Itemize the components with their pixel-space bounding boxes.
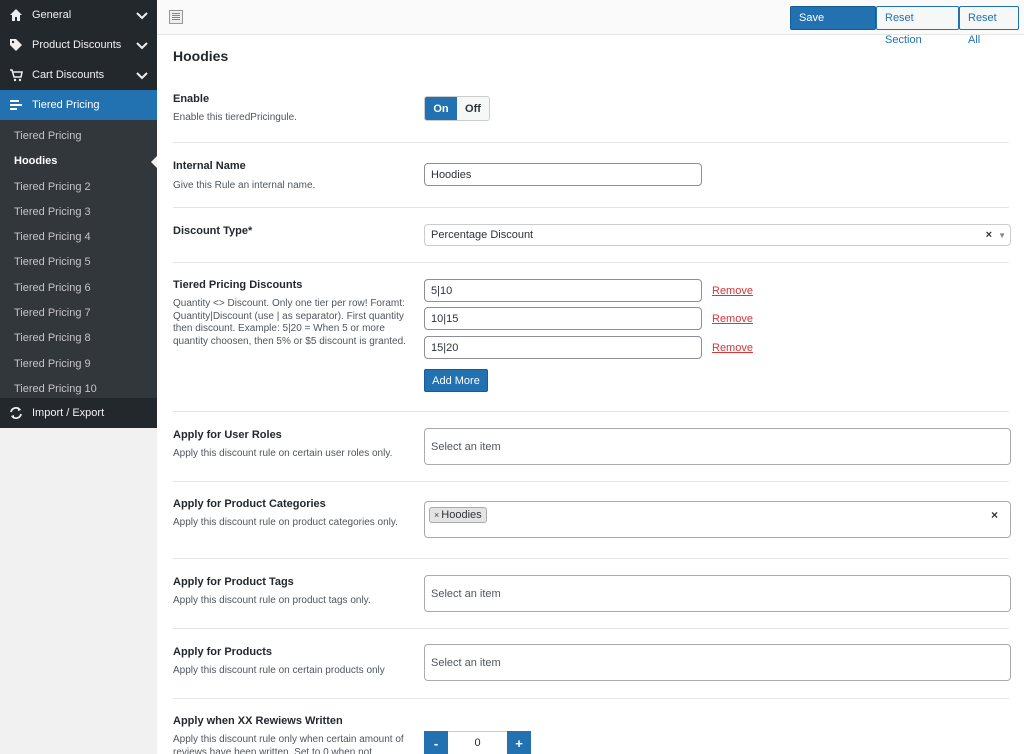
tag-label: Hoodies [441, 509, 482, 521]
field-description: Apply this discount rule on certain prod… [173, 665, 385, 676]
tiered-discounts-row: Tiered Pricing Discounts Quantity <> Dis… [173, 263, 1009, 412]
menu-item-product-discounts[interactable]: Product Discounts [0, 30, 157, 60]
clear-icon[interactable]: × [991, 508, 998, 522]
tags-icon [8, 37, 24, 53]
field-label: Tiered Pricing Discounts [173, 279, 303, 291]
submenu-item[interactable]: Tiered Pricing 6 [0, 276, 157, 301]
menu-item-cart-discounts[interactable]: Cart Discounts [0, 60, 157, 90]
submenu-item[interactable]: Tiered Pricing 7 [0, 301, 157, 326]
product-tags-select[interactable]: Select an item [424, 575, 1011, 612]
remove-tier-link[interactable]: Remove [712, 342, 753, 354]
menu-item-general[interactable]: General [0, 0, 157, 30]
reviews-value[interactable]: 0 [448, 731, 507, 754]
select-value: Percentage Discount [431, 229, 534, 241]
internal-name-row: Internal Name Give this Rule an internal… [173, 143, 1009, 208]
discount-type-row: Discount Type* Percentage Discount × ▼ [173, 208, 1011, 263]
reset-all-button[interactable]: Reset All [959, 6, 1019, 46]
tier-input[interactable]: 15|20 [424, 336, 702, 359]
tier-input[interactable]: 10|15 [424, 307, 702, 330]
field-label: Internal Name [173, 160, 246, 172]
submenu-item[interactable]: Tiered Pricing [0, 124, 157, 149]
decrement-button[interactable]: - [424, 731, 448, 754]
chevron-down-icon[interactable] [135, 68, 149, 82]
dropdown-arrow-icon[interactable]: ▼ [998, 231, 1006, 240]
toggle-on-button[interactable]: On [425, 97, 457, 120]
submenu-item[interactable]: Tiered Pricing 8 [0, 326, 157, 351]
user-roles-row: Apply for User Roles Apply this discount… [173, 412, 1011, 482]
selected-tag[interactable]: × Hoodies [429, 507, 487, 523]
panel-toggle-icon[interactable] [169, 10, 183, 24]
menu-item-tiered-pricing[interactable]: Tiered Pricing [0, 90, 157, 120]
increment-button[interactable]: + [507, 731, 531, 754]
add-more-button[interactable]: Add More [424, 369, 488, 392]
remove-tier-link[interactable]: Remove [712, 285, 753, 297]
field-description: Give this Rule an internal name. [173, 180, 316, 191]
menu-item-label: General [32, 9, 72, 21]
menu-item-label: Tiered Pricing [32, 99, 100, 111]
field-description: Apply this discount rule on certain user… [173, 448, 393, 459]
list-icon [8, 97, 24, 113]
field-description: Apply this discount rule only when certa… [173, 734, 404, 754]
product-tags-row: Apply for Product Tags Apply this discou… [173, 559, 1011, 629]
tier-input[interactable]: 5|10 [424, 279, 702, 302]
product-categories-select[interactable]: × Hoodies × [424, 501, 1011, 538]
field-description: Quantity <> Discount. Only one tier per … [173, 298, 406, 347]
reviews-stepper[interactable]: - 0 + [424, 731, 531, 754]
clear-icon[interactable]: × [986, 229, 992, 241]
field-label: Apply for Product Tags [173, 576, 294, 588]
chevron-down-icon[interactable] [135, 8, 149, 22]
menu-item-label: Product Discounts [32, 39, 122, 51]
field-label: Discount Type* [173, 225, 253, 237]
admin-sidebar: General Product Discounts Cart Discounts… [0, 0, 157, 428]
enable-row: Enable Enable this tieredPricingule. On … [173, 78, 1009, 143]
main-content: Save Changes Reset Section Reset All Hoo… [157, 0, 1024, 754]
field-label: Apply when XX Rewiews Written [173, 715, 343, 727]
enable-toggle[interactable]: On Off [424, 96, 490, 121]
field-label: Enable [173, 93, 210, 105]
product-categories-row: Apply for Product Categories Apply this … [173, 482, 1011, 559]
products-row: Apply for Products Apply this discount r… [173, 629, 1011, 699]
internal-name-input[interactable]: Hoodies [424, 163, 702, 186]
submenu-item[interactable]: Tiered Pricing 3 [0, 200, 157, 225]
tiered-pricing-submenu: Tiered Pricing Hoodies Tiered Pricing 2 … [0, 120, 157, 398]
field-label: Apply for User Roles [173, 429, 282, 441]
save-changes-button[interactable]: Save Changes [790, 6, 876, 46]
discount-type-select[interactable]: Percentage Discount × ▼ [424, 224, 1011, 246]
field-description: Apply this discount rule on product tags… [173, 595, 371, 606]
submenu-item[interactable]: Tiered Pricing 4 [0, 225, 157, 250]
chevron-down-icon[interactable] [135, 38, 149, 52]
cart-icon [8, 67, 24, 83]
field-description: Apply this discount rule on product cate… [173, 517, 398, 528]
field-description: Enable this tieredPricingule. [173, 112, 297, 123]
reset-section-button[interactable]: Reset Section [876, 6, 959, 46]
menu-item-import-export[interactable]: Import / Export [0, 398, 157, 428]
refresh-icon [8, 405, 24, 421]
section-title: Hoodies [173, 48, 229, 64]
toggle-off-button[interactable]: Off [457, 97, 489, 120]
submenu-item-current[interactable]: Hoodies [0, 149, 157, 174]
home-icon [8, 7, 24, 23]
submenu-item[interactable]: Tiered Pricing 2 [0, 175, 157, 200]
field-label: Apply for Product Categories [173, 498, 326, 510]
menu-item-label: Cart Discounts [32, 69, 105, 81]
options-toolbar: Save Changes Reset Section Reset All [157, 0, 1024, 46]
user-roles-select[interactable]: Select an item [424, 428, 1011, 465]
menu-item-label: Import / Export [32, 407, 105, 419]
remove-tag-icon[interactable]: × [434, 510, 439, 520]
submenu-item[interactable]: Tiered Pricing 5 [0, 250, 157, 275]
products-select[interactable]: Select an item [424, 644, 1011, 681]
reviews-row: Apply when XX Rewiews Written Apply this… [173, 699, 1009, 754]
field-label: Apply for Products [173, 646, 273, 658]
submenu-item[interactable]: Tiered Pricing 9 [0, 352, 157, 377]
remove-tier-link[interactable]: Remove [712, 313, 753, 325]
